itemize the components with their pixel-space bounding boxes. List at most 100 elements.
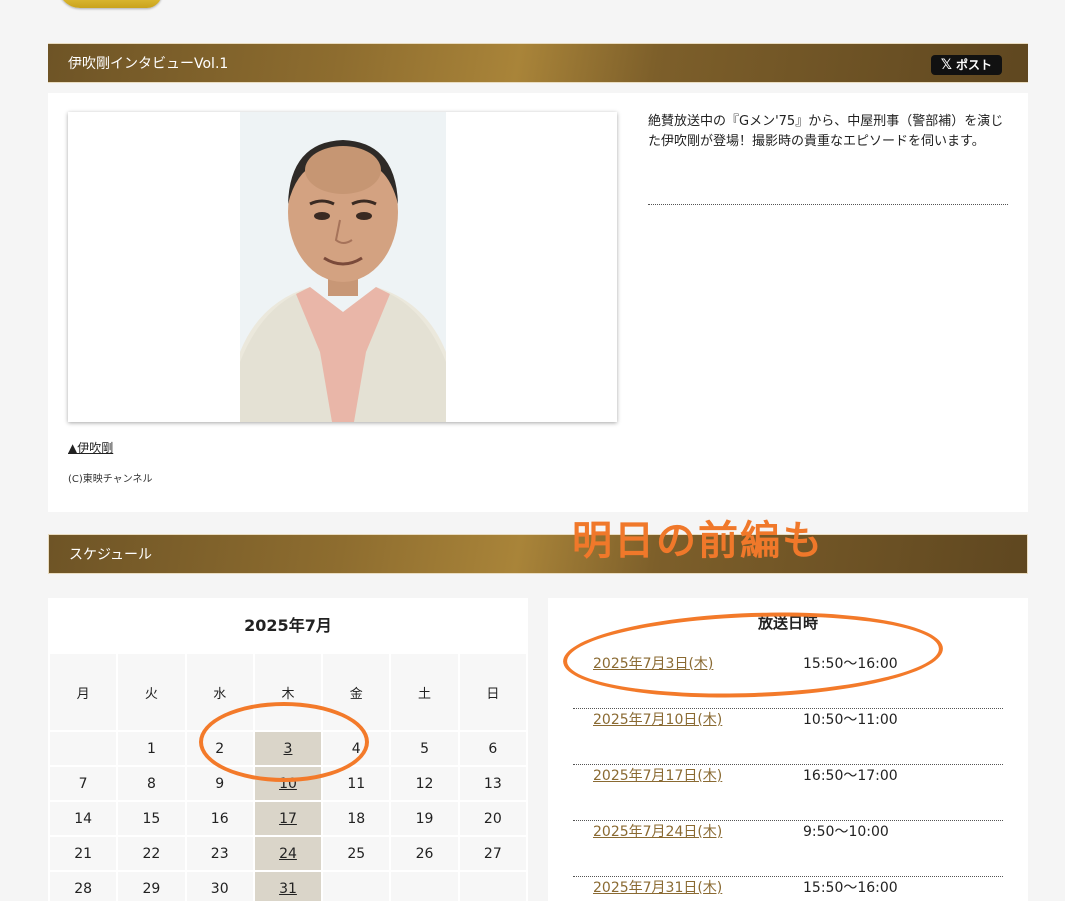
calendar-day-number: 11 — [347, 775, 366, 792]
actor-portrait — [240, 112, 446, 422]
annotation-overlay-text: 明日の前編も — [572, 518, 824, 564]
calendar-day: 22 — [116, 835, 187, 872]
calendar-day-number: 9 — [215, 775, 225, 792]
calendar-day-number[interactable]: 10 — [279, 776, 297, 792]
calendar-day-number: 28 — [74, 880, 93, 897]
copyright-text: (C)東映チャンネル — [68, 474, 153, 485]
calendar-day-number[interactable]: 3 — [284, 741, 293, 757]
calendar-day-number: 14 — [74, 810, 93, 827]
calendar-broadcast-day[interactable]: 3 — [252, 730, 324, 767]
x-post-button[interactable]: 𝕏 ポスト — [930, 55, 1002, 75]
calendar-day: 19 — [389, 800, 460, 837]
broadcast-time: 15:50〜16:00 — [803, 880, 898, 896]
calendar-day-number[interactable]: 17 — [279, 811, 297, 827]
calendar-day: 27 — [457, 835, 528, 872]
calendar-week-row: 28 29 30 31 — [48, 870, 528, 901]
broadcast-time: 10:50〜11:00 — [803, 712, 898, 728]
broadcast-time: 9:50〜10:00 — [803, 824, 889, 840]
calendar-day: 30 — [184, 870, 255, 901]
calendar-day: 6 — [457, 730, 528, 767]
calendar-day: 18 — [321, 800, 392, 837]
site-logo-fragment[interactable] — [58, 0, 162, 8]
calendar-day-number: 27 — [483, 845, 502, 862]
calendar-day: 11 — [321, 765, 392, 802]
schedule-header-bar: スケジュール — [48, 534, 1028, 574]
broadcast-time: 15:50〜16:00 — [803, 656, 898, 672]
calendar-day-number: 12 — [415, 775, 434, 792]
calendar-broadcast-day[interactable]: 24 — [252, 835, 324, 872]
broadcast-date-link[interactable]: 2025年7月17日(木) — [593, 765, 722, 785]
calendar-day-number: 5 — [420, 740, 429, 757]
calendar-weekday: 土 — [389, 652, 460, 732]
calendar-weekday-row: 月火水木金土日 — [48, 652, 528, 732]
calendar-day: 28 — [48, 870, 119, 901]
calendar-day-number: 26 — [415, 845, 434, 862]
calendar-day-number: 23 — [210, 845, 229, 862]
calendar-month-title: 2025年7月 — [244, 616, 332, 635]
broadcast-date-link[interactable]: 2025年7月31日(木) — [593, 877, 722, 897]
calendar-day: 9 — [184, 765, 255, 802]
calendar-day-number: 6 — [488, 740, 498, 757]
calendar-day-number: 16 — [210, 810, 229, 827]
calendar-day-number: 20 — [483, 810, 502, 827]
calendar-day: 20 — [457, 800, 528, 837]
broadcast-schedule-panel: 放送日時 2025年7月3日(木) 15:50〜16:00 2025年7月10日(木… — [548, 598, 1028, 901]
photo-frame — [68, 112, 617, 422]
calendar-day-number[interactable]: 24 — [279, 846, 297, 862]
calendar-day-number: 4 — [351, 740, 361, 757]
calendar-day-number: 7 — [78, 775, 88, 792]
interview-article: ▲伊吹剛 (C)東映チャンネル 絶賛放送中の『Gメン'75』から、中屋刑事（警部… — [48, 93, 1028, 512]
calendar-day: 4 — [321, 730, 392, 767]
calendar-week-row: 1 2 3 4 5 6 — [48, 730, 528, 767]
x-post-label: ポスト — [955, 58, 992, 72]
calendar-day-number: 22 — [142, 845, 161, 862]
calendar-day: 21 — [48, 835, 119, 872]
calendar-day: 12 — [389, 765, 460, 802]
calendar-broadcast-day[interactable]: 17 — [252, 800, 324, 837]
calendar-day-number: 21 — [74, 845, 93, 862]
broadcast-row: 2025年7月31日(木) 15:50〜16:00 — [573, 877, 1003, 901]
calendar-day: 23 — [184, 835, 255, 872]
calendar-day — [48, 730, 119, 767]
broadcast-time: 16:50〜17:00 — [803, 768, 898, 784]
calendar-day: 1 — [116, 730, 187, 767]
broadcast-schedule-title: 放送日時 — [757, 614, 818, 632]
calendar-day-number: 13 — [483, 775, 502, 792]
calendar-day: 14 — [48, 800, 119, 837]
lead-divider — [648, 204, 1008, 205]
calendar-day: 25 — [321, 835, 392, 872]
broadcast-date-link[interactable]: 2025年7月10日(木) — [593, 709, 722, 729]
calendar-day-number: 19 — [415, 810, 434, 827]
calendar-broadcast-day[interactable]: 10 — [252, 765, 324, 802]
calendar-day: 7 — [48, 765, 119, 802]
calendar-day-number: 8 — [146, 775, 156, 792]
broadcast-row: 2025年7月3日(木) 15:50〜16:00 — [573, 653, 1003, 709]
broadcast-row: 2025年7月17日(木) 16:50〜17:00 — [573, 765, 1003, 821]
broadcast-date-link[interactable]: 2025年7月3日(木) — [593, 653, 713, 673]
broadcast-date-link[interactable]: 2025年7月24日(木) — [593, 821, 722, 841]
calendar-day: 8 — [116, 765, 187, 802]
calendar-week-row: 7 8 9 10 11 12 13 — [48, 765, 528, 802]
broadcast-row: 2025年7月10日(木) 10:50〜11:00 — [573, 709, 1003, 765]
calendar-week-row: 14 15 16 17 18 19 20 — [48, 800, 528, 837]
calendar-day — [321, 870, 392, 901]
calendar-day — [389, 870, 460, 901]
calendar-week-row: 21 22 23 24 25 26 27 — [48, 835, 528, 872]
interview-title: 伊吹剛インタビューVol.1 — [68, 56, 229, 72]
schedule-title: スケジュール — [69, 547, 153, 563]
calendar-day-number: 25 — [347, 845, 366, 862]
calendar-day: 15 — [116, 800, 187, 837]
calendar-day-number: 15 — [142, 810, 161, 827]
calendar-panel: 2025年7月 月火水木金土日 1 2 3 4 5 6 7 8 9 10 11 12 13 14 15 16 17… — [48, 598, 528, 901]
calendar-weekday: 日 — [457, 652, 528, 732]
calendar-day: 13 — [457, 765, 528, 802]
calendar-grid: 月火水木金土日 1 2 3 4 5 6 7 8 9 10 11 12 13 14 15 16 17 18 19 20 21… — [48, 652, 528, 901]
calendar-weekday: 月 — [48, 652, 119, 732]
calendar-day-number: 1 — [146, 740, 156, 757]
calendar-day-number: 30 — [210, 880, 229, 897]
calendar-day-number[interactable]: 31 — [279, 881, 297, 897]
photo-caption-link[interactable]: ▲伊吹剛 — [68, 439, 113, 456]
calendar-broadcast-day[interactable]: 31 — [252, 870, 324, 901]
calendar-day-number: 2 — [215, 740, 225, 757]
calendar-day: 16 — [184, 800, 255, 837]
